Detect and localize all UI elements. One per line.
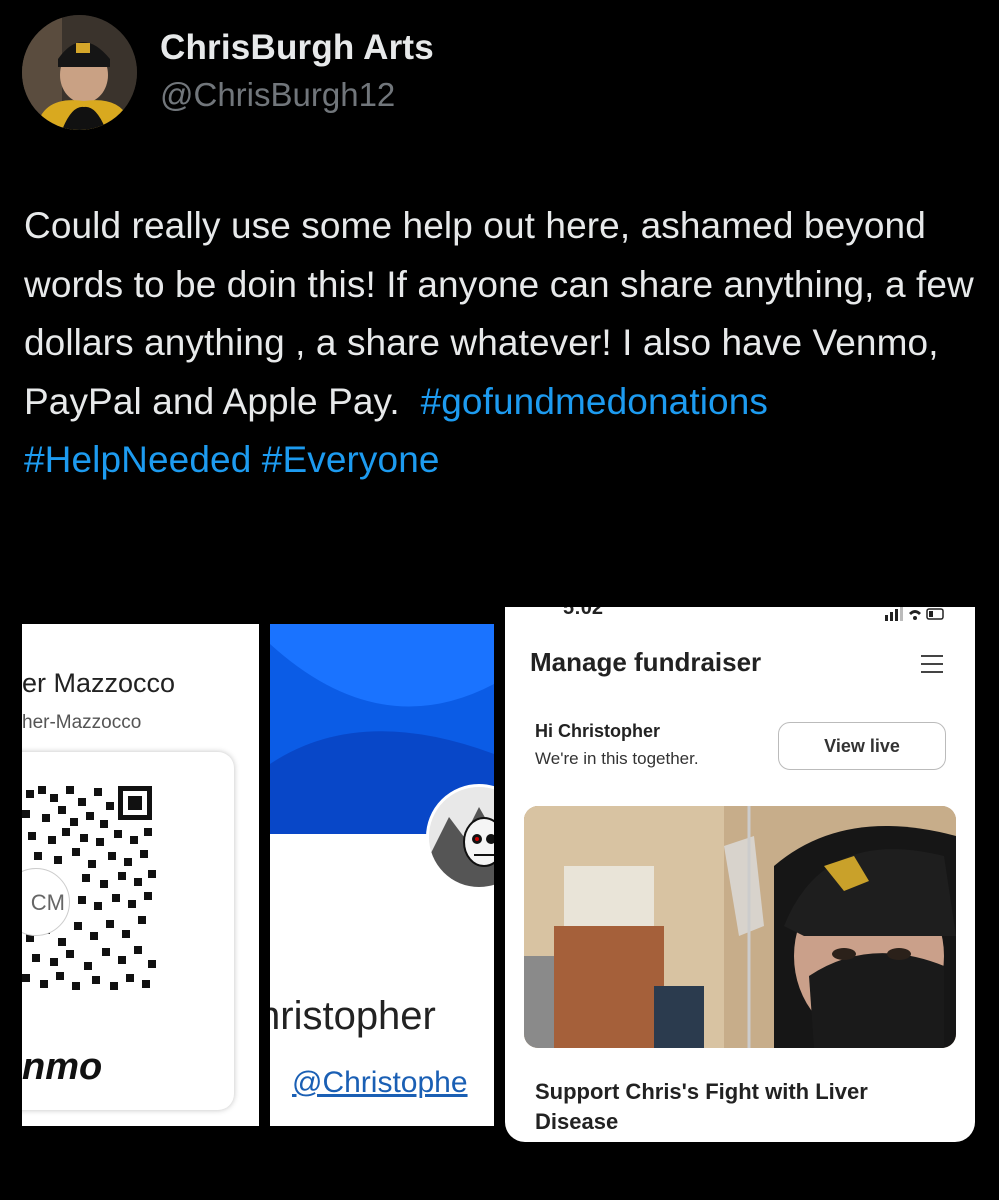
fundraiser-caption[interactable]: Support Chris's Fight with Liver Disease: [535, 1077, 935, 1137]
hashtag-link[interactable]: #HelpNeeded: [24, 439, 251, 480]
status-bar-time: 5:02: [563, 607, 604, 619]
greeting-subtext: We're in this together.: [535, 749, 699, 768]
fundraiser-photo[interactable]: [524, 806, 956, 1048]
venmo-name: er Mazzocco: [22, 668, 176, 698]
paypal-handle-link[interactable]: @Christophe: [292, 1066, 468, 1100]
author-handle[interactable]: @ChrisBurgh12: [160, 76, 395, 114]
view-live-button[interactable]: View live: [778, 722, 946, 770]
venmo-screenshot[interactable]: er Mazzocco her-Mazzocco CM nmo: [22, 624, 259, 1126]
gofundme-screenshot[interactable]: 5:02 Manage fundraiser Hi Christopher We…: [505, 607, 975, 1142]
post-text: Could really use some help out here, ash…: [24, 197, 974, 490]
paypal-name: hristopher: [270, 994, 436, 1038]
hashtag-link[interactable]: #gofundmedonations: [421, 381, 768, 422]
author-display-name[interactable]: ChrisBurgh Arts: [160, 28, 434, 68]
venmo-logo: nmo: [22, 1046, 103, 1088]
signal-wifi-battery-icon: [885, 607, 945, 624]
greeting-text: Hi Christopher: [535, 721, 661, 741]
image-divider: [259, 624, 270, 1126]
author-avatar[interactable]: [22, 15, 137, 130]
paypal-screenshot[interactable]: hristopher @Christophe: [270, 624, 494, 1126]
hamburger-menu-icon[interactable]: [921, 655, 943, 679]
hashtag-link[interactable]: #Everyone: [262, 439, 440, 480]
page-title: Manage fundraiser: [530, 647, 762, 677]
venmo-username: her-Mazzocco: [22, 712, 142, 733]
